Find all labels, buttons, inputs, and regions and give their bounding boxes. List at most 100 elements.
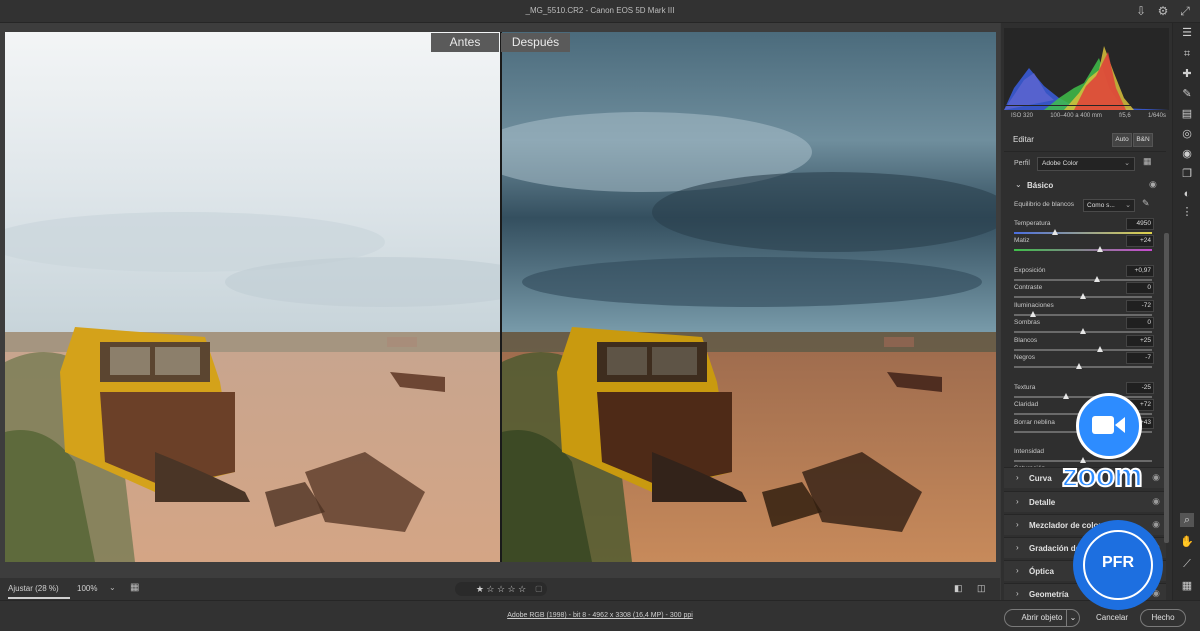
- zoom-wordmark: zoom: [1061, 456, 1144, 494]
- profile-value: Adobe Color: [1042, 160, 1079, 167]
- fit-zoom[interactable]: Ajustar (28 %): [8, 584, 59, 593]
- slider-thumb-2[interactable]: [1093, 276, 1100, 282]
- trash-icon[interactable]: ▢: [535, 584, 543, 593]
- after-label: Después: [501, 33, 570, 52]
- gear-icon[interactable]: ⚙: [1156, 4, 1170, 18]
- slider-label-5: Sombras: [1014, 319, 1041, 326]
- slider-value-5[interactable]: 0: [1126, 317, 1154, 329]
- edit-sliders-icon[interactable]: ☰: [1180, 26, 1194, 40]
- single-view-icon[interactable]: ◧: [954, 583, 963, 594]
- edit-panel: ISO 320 100–400 a 400 mm f/5,6 1/640s Ed…: [1001, 23, 1172, 604]
- sampler-icon[interactable]: ⟋: [1180, 557, 1194, 571]
- done-button[interactable]: Hecho: [1140, 609, 1186, 627]
- slider-track-6[interactable]: [1014, 346, 1152, 352]
- presets-icon[interactable]: ◐: [1180, 187, 1194, 201]
- more-icon[interactable]: ⋮: [1180, 205, 1194, 219]
- aperture: f/5,6: [1119, 113, 1131, 119]
- zoom-dropdown-icon[interactable]: ⌄: [109, 583, 116, 592]
- image-mode-icon[interactable]: ▦: [130, 582, 139, 593]
- auto-button[interactable]: Auto: [1112, 133, 1132, 147]
- slider-value-1[interactable]: +24: [1126, 235, 1154, 247]
- star-rating[interactable]: ★ ☆ ☆ ☆ ☆: [455, 582, 547, 596]
- slider-label-1: Matiz: [1014, 237, 1030, 244]
- zoom-level[interactable]: 100%: [77, 584, 97, 593]
- slider-label-8: Textura: [1014, 384, 1036, 391]
- redeye-icon[interactable]: ◉: [1180, 147, 1194, 161]
- slider-thumb-4[interactable]: [1030, 311, 1037, 317]
- wb-value: Como s...: [1087, 202, 1115, 209]
- slider-value-2[interactable]: +0,97: [1126, 265, 1154, 277]
- slider-track-2[interactable]: [1014, 276, 1152, 282]
- slider-label-3: Contraste: [1014, 284, 1043, 291]
- gradient-icon[interactable]: ▤: [1180, 107, 1194, 121]
- title-bar: _MG_5510.CR2 - Canon EOS 5D Mark III ⇩ ⚙…: [0, 0, 1200, 23]
- basic-chevron-icon[interactable]: ⌄: [1015, 180, 1022, 189]
- slider-value-3[interactable]: 0: [1126, 282, 1154, 294]
- eyedropper-icon[interactable]: ✎: [1142, 198, 1150, 209]
- open-object-button[interactable]: Abrir objeto ⌄: [1004, 609, 1080, 627]
- chevron-down-icon[interactable]: ⌄: [1066, 610, 1079, 626]
- shutter: 1/640s: [1147, 113, 1166, 119]
- hand-icon[interactable]: ✋: [1180, 535, 1194, 549]
- eye-icon[interactable]: ◉: [1152, 496, 1160, 507]
- export-icon[interactable]: ⇩: [1134, 4, 1148, 18]
- healing-icon[interactable]: ✚: [1180, 67, 1194, 81]
- chevron-down-icon: ⌄: [1124, 160, 1130, 167]
- iso: ISO 320: [1011, 113, 1034, 119]
- before-label: Antes: [431, 33, 499, 52]
- profile-select[interactable]: Adobe Color ⌄: [1037, 157, 1135, 171]
- slider-thumb-3[interactable]: [1080, 293, 1086, 299]
- slider-label-2: Exposición: [1014, 267, 1046, 274]
- eye-icon[interactable]: ◉: [1149, 179, 1157, 190]
- wb-label: Equilibrio de blancos: [1014, 201, 1074, 208]
- capture-info: ISO 320 100–400 a 400 mm f/5,6 1/640s: [1011, 113, 1166, 119]
- section-label: Detalle: [1029, 498, 1056, 507]
- before-image: [5, 32, 500, 562]
- slider-value-0[interactable]: 4950: [1126, 218, 1154, 230]
- chevron-right-icon: ›: [1016, 543, 1019, 552]
- edit-title: Editar: [1013, 135, 1034, 144]
- slider-track-7[interactable]: [1014, 363, 1152, 369]
- slider-track-4[interactable]: [1014, 311, 1152, 317]
- crop-icon[interactable]: ⌗: [1180, 47, 1194, 61]
- chevron-right-icon: ›: [1016, 589, 1019, 598]
- profile-browser-icon[interactable]: ▦: [1143, 156, 1152, 167]
- chevron-right-icon: ›: [1016, 566, 1019, 575]
- zoom-tool-icon[interactable]: ⌕: [1180, 513, 1194, 527]
- pfr-text: PFR: [1102, 554, 1134, 571]
- radial-icon[interactable]: ◎: [1180, 127, 1194, 141]
- compare-view-icon[interactable]: ◫: [977, 583, 986, 594]
- cancel-button[interactable]: Cancelar: [1096, 613, 1128, 622]
- slider-value-7[interactable]: -7: [1126, 352, 1154, 364]
- brush-icon[interactable]: ✎: [1180, 87, 1194, 101]
- eye-icon[interactable]: ◉: [1152, 519, 1160, 530]
- slider-track-0[interactable]: [1014, 229, 1152, 235]
- section-label: Óptica: [1029, 567, 1054, 576]
- pfr-logo: PFR: [1073, 520, 1163, 610]
- slider-thumb-6[interactable]: [1096, 346, 1103, 352]
- slider-track-1[interactable]: [1014, 246, 1152, 252]
- slider-thumb-0[interactable]: [1052, 229, 1059, 235]
- grid-icon[interactable]: ▦: [1180, 579, 1194, 593]
- open-object-label: Abrir objeto: [1021, 613, 1063, 622]
- slider-label-0: Temperatura: [1014, 220, 1051, 227]
- slider-value-6[interactable]: +25: [1126, 335, 1154, 347]
- bw-button[interactable]: B&N: [1133, 133, 1153, 147]
- tool-column: ☰ ⌗ ✚ ✎ ▤ ◎ ◉ ❐ ◐ ⋮ ⌕ ✋ ⟋ ▦: [1172, 23, 1200, 600]
- slider-thumb-1[interactable]: [1096, 246, 1103, 252]
- expand-icon[interactable]: ⤢: [1178, 4, 1192, 18]
- slider-thumb-5[interactable]: [1080, 328, 1086, 334]
- slider-label-9: Claridad: [1014, 401, 1039, 408]
- slider-value-4[interactable]: -72: [1126, 300, 1154, 312]
- chevron-right-icon: ›: [1016, 520, 1019, 529]
- slider-track-5[interactable]: [1014, 328, 1152, 334]
- zoom-camera-icon: [1076, 393, 1142, 459]
- snapshots-icon[interactable]: ❐: [1180, 167, 1194, 181]
- slider-label-6: Blancos: [1014, 337, 1038, 344]
- slider-track-3[interactable]: [1014, 293, 1152, 299]
- chevron-right-icon: ›: [1016, 497, 1019, 506]
- section-label: Curva: [1029, 474, 1052, 483]
- wb-select[interactable]: Como s... ⌄: [1083, 199, 1135, 212]
- slider-thumb-8[interactable]: [1063, 393, 1070, 399]
- slider-thumb-7[interactable]: [1075, 363, 1082, 369]
